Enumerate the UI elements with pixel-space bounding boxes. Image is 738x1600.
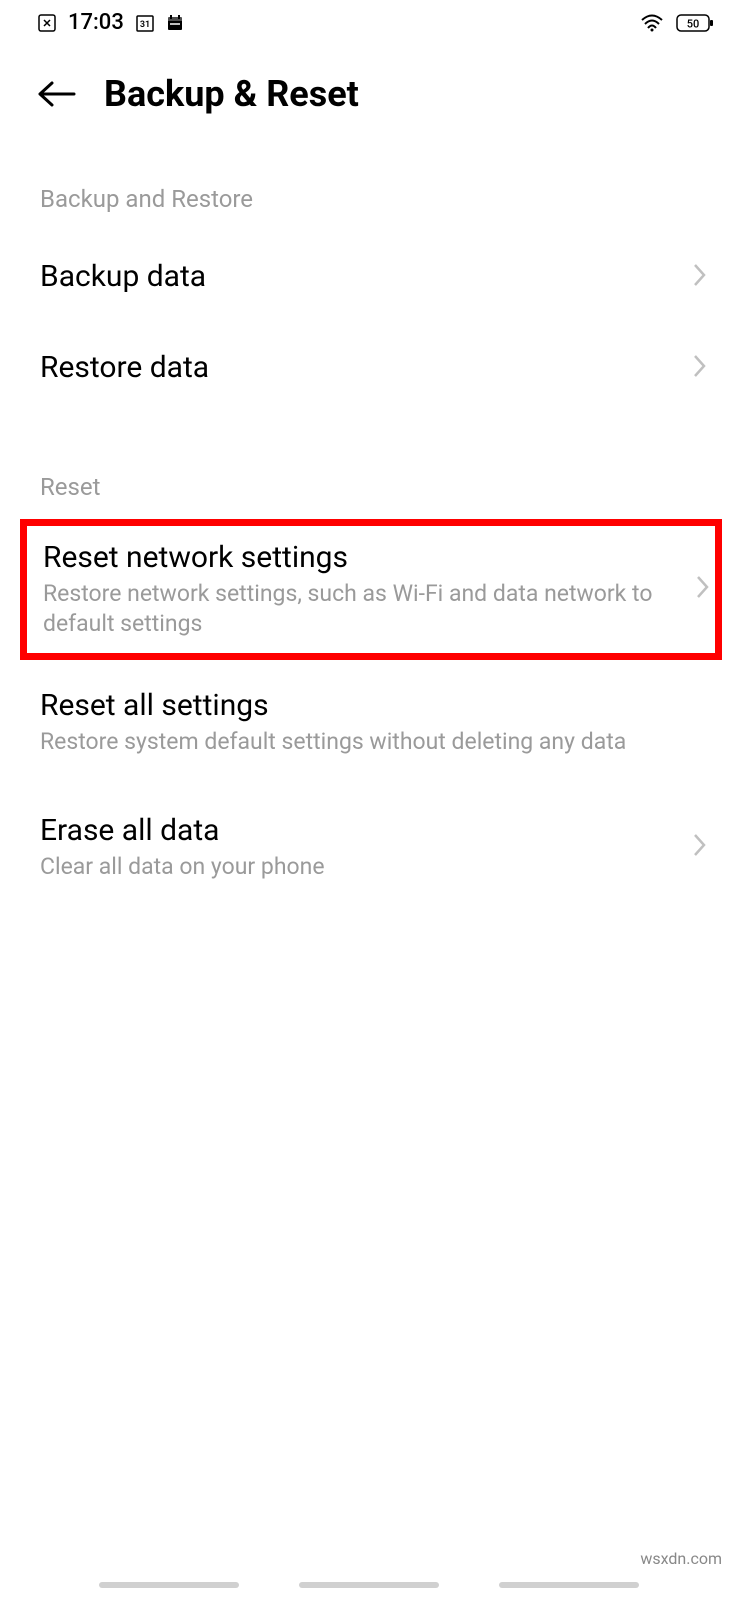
back-arrow-icon[interactable] xyxy=(36,79,76,109)
navigation-bar xyxy=(0,1582,738,1588)
list-item-subtitle: Restore system default settings without … xyxy=(40,727,708,757)
nav-recent[interactable] xyxy=(99,1582,239,1588)
reset-all-settings-item[interactable]: Reset all settings Restore system defaul… xyxy=(0,660,738,785)
status-right: 50 xyxy=(640,13,714,33)
list-item-title: Backup data xyxy=(40,259,692,294)
list-item-subtitle: Restore network settings, such as Wi-Fi … xyxy=(43,579,695,639)
status-left: 17:03 31 xyxy=(38,10,184,35)
wifi-icon xyxy=(640,13,664,33)
svg-text:50: 50 xyxy=(687,17,700,30)
section-header-reset: Reset xyxy=(0,473,738,519)
status-time: 17:03 xyxy=(68,10,124,35)
nav-back[interactable] xyxy=(499,1582,639,1588)
close-app-icon xyxy=(38,14,56,32)
list-item-title: Restore data xyxy=(40,350,692,385)
list-item-title: Reset all settings xyxy=(40,688,708,723)
calendar-date-icon: 31 xyxy=(136,14,154,32)
restore-data-item[interactable]: Restore data xyxy=(0,322,738,413)
page-title: Backup & Reset xyxy=(104,73,359,115)
chevron-right-icon xyxy=(692,353,708,383)
watermark: wsxdn.com xyxy=(640,1549,722,1568)
chevron-right-icon xyxy=(695,574,711,604)
erase-all-data-item[interactable]: Erase all data Clear all data on your ph… xyxy=(0,785,738,910)
battery-icon: 50 xyxy=(676,13,714,33)
reset-network-settings-item[interactable]: Reset network settings Restore network s… xyxy=(20,519,722,660)
section-header-backup: Backup and Restore xyxy=(0,185,738,231)
list-item-title: Erase all data xyxy=(40,813,692,848)
chevron-right-icon xyxy=(692,262,708,292)
content-area: Backup and Restore Backup data Restore d… xyxy=(0,145,738,910)
chevron-right-icon xyxy=(692,832,708,862)
list-item-title: Reset network settings xyxy=(43,540,695,575)
nav-home[interactable] xyxy=(299,1582,439,1588)
backup-data-item[interactable]: Backup data xyxy=(0,231,738,322)
list-item-subtitle: Clear all data on your phone xyxy=(40,852,692,882)
svg-text:31: 31 xyxy=(140,20,150,30)
page-header: Backup & Reset xyxy=(0,43,738,145)
status-bar: 17:03 31 xyxy=(0,0,738,43)
calendar-icon xyxy=(166,14,184,32)
